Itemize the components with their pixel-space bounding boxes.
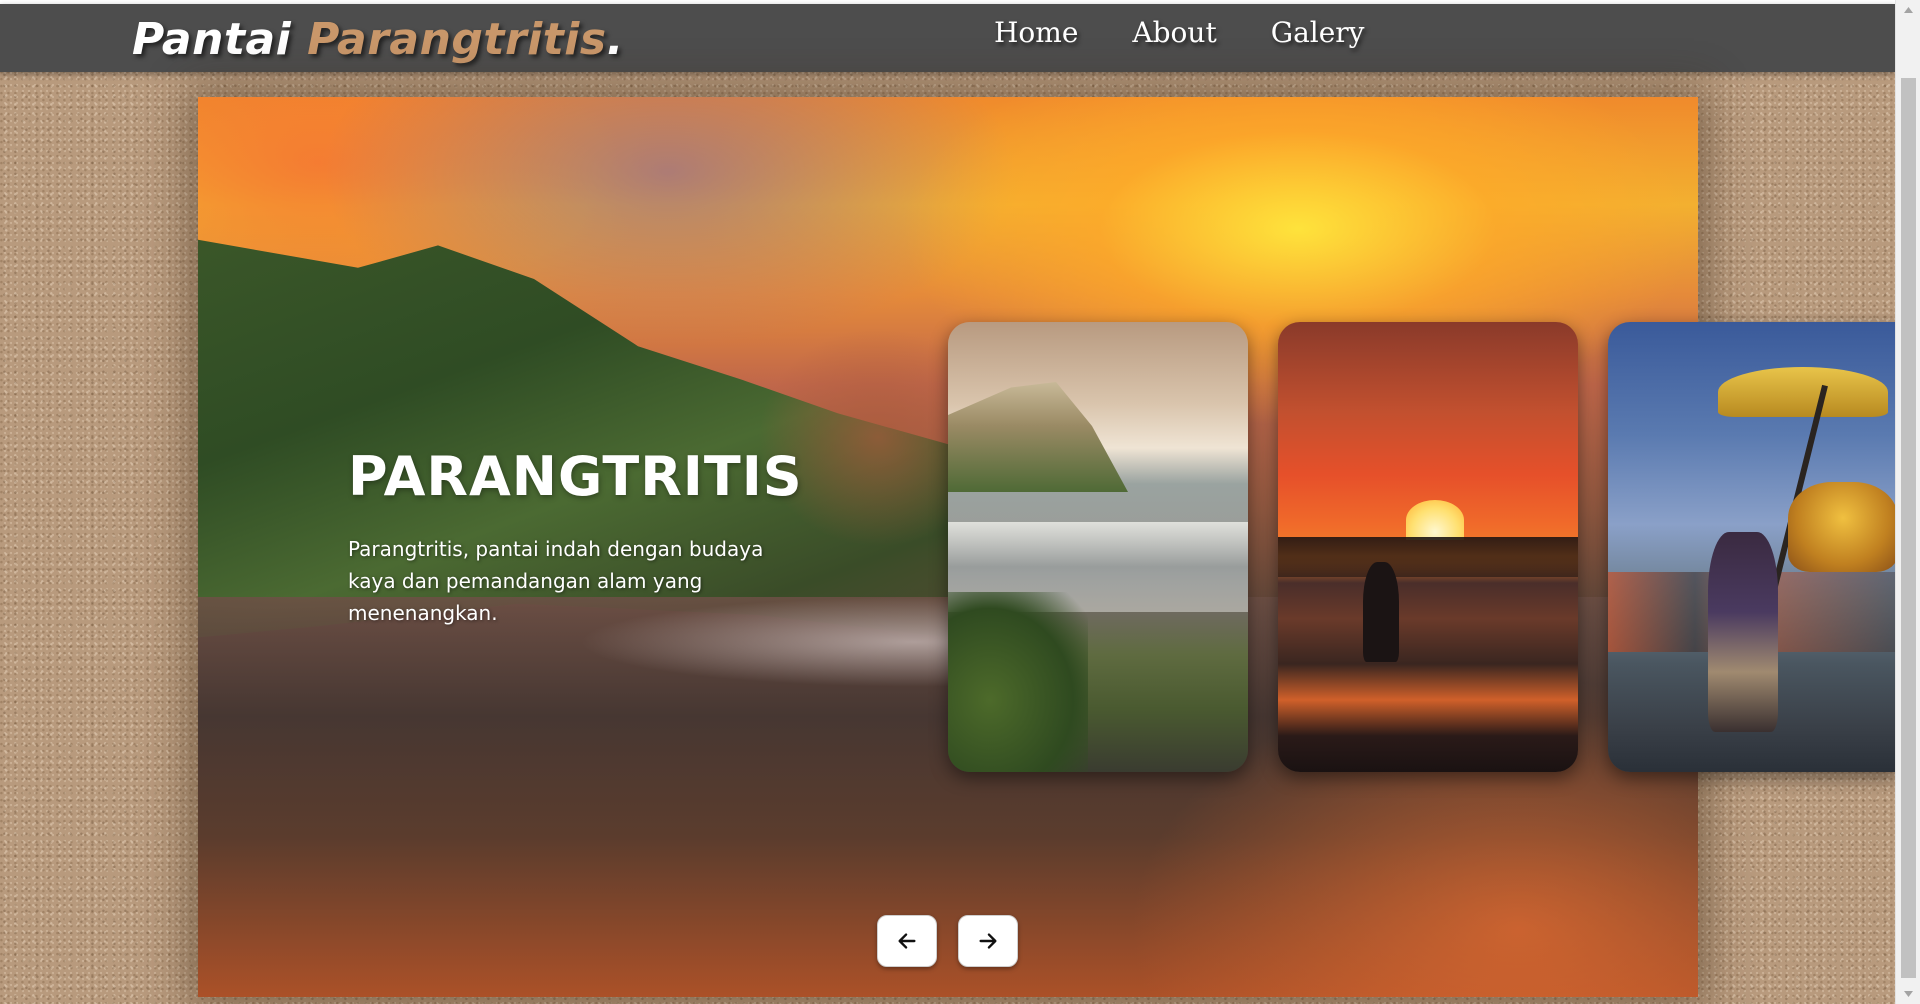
slide-card-sunset-beach[interactable] xyxy=(1278,322,1578,772)
scrollbar-thumb[interactable] xyxy=(1901,78,1916,978)
logo-word-1: Pantai xyxy=(132,14,292,65)
next-slide-button[interactable] xyxy=(958,915,1018,967)
slide-card-cliff-coast[interactable] xyxy=(948,322,1248,772)
site-logo[interactable]: Pantai Parangtritis. xyxy=(132,14,624,65)
nav-about[interactable]: About xyxy=(1132,16,1216,49)
logo-word-2: Parangtritis xyxy=(307,14,607,65)
site-header: Pantai Parangtritis. Home About Galery xyxy=(0,4,1895,72)
page-scrollbar[interactable] xyxy=(1895,0,1920,1004)
arrow-right-icon xyxy=(979,933,997,949)
nav-galery[interactable]: Galery xyxy=(1271,16,1365,49)
logo-dot: . xyxy=(606,14,624,65)
hero-description: Parangtritis, pantai indah dengan budaya… xyxy=(348,537,764,625)
prev-slide-button[interactable] xyxy=(877,915,937,967)
scroll-down-arrow-icon[interactable] xyxy=(1896,984,1920,1004)
hero-title: PARANGTRITIS xyxy=(348,445,803,508)
hero-slider: PARANGTRITIS Parangtritis, pantai indah … xyxy=(198,97,1898,997)
slide-card-ceremony[interactable] xyxy=(1608,322,1898,772)
nav-home[interactable]: Home xyxy=(994,16,1078,49)
arrow-left-icon xyxy=(898,933,916,949)
scroll-up-arrow-icon[interactable] xyxy=(1896,0,1920,20)
main-nav: Home About Galery xyxy=(994,16,1365,49)
